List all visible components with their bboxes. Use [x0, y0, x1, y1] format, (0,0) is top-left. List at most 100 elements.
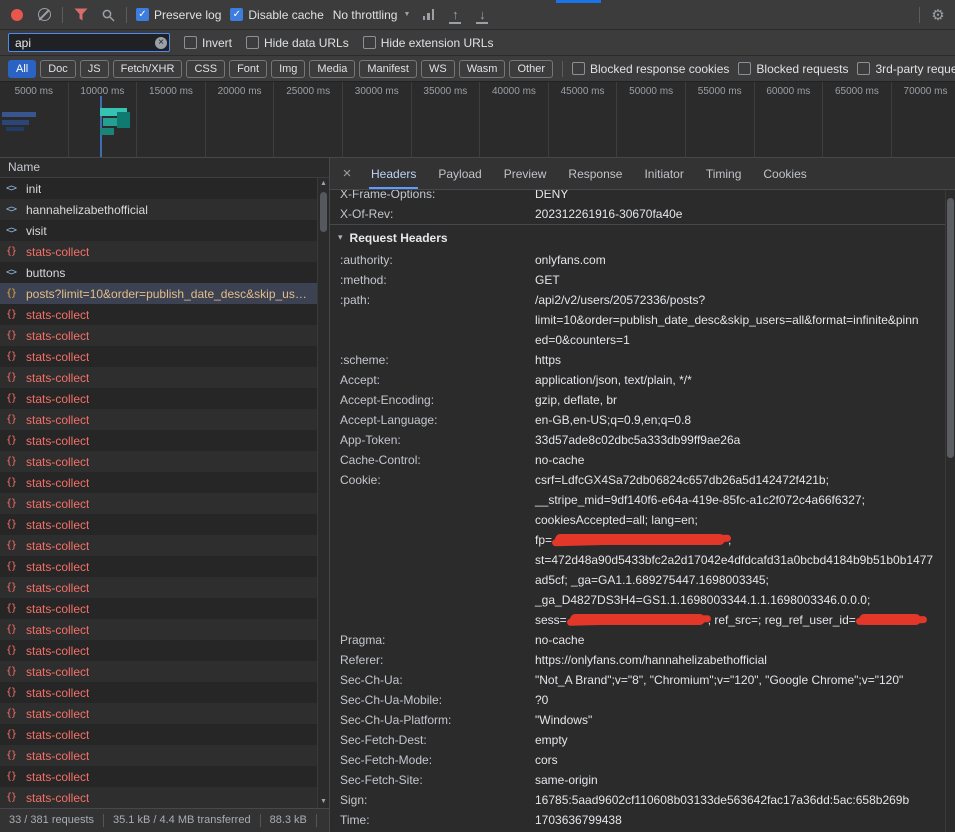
request-row[interactable]: stats-collect — [0, 472, 329, 493]
request-type-icon — [6, 435, 21, 446]
type-filter-chip[interactable]: Img — [271, 60, 305, 78]
request-type-icon — [6, 225, 21, 236]
upload-har-button[interactable]: ↑ — [446, 6, 464, 24]
request-row[interactable]: stats-collect — [0, 745, 329, 766]
hide-data-urls-checkbox[interactable]: Hide data URLs — [246, 36, 349, 50]
record-button[interactable] — [8, 6, 26, 24]
transferred-size: 35.1 kB / 4.4 MB transferred — [104, 814, 261, 827]
request-row[interactable]: hannahelizabethofficial — [0, 199, 329, 220]
request-row[interactable]: buttons — [0, 262, 329, 283]
request-row[interactable]: visit — [0, 220, 329, 241]
request-row[interactable]: stats-collect — [0, 682, 329, 703]
scrollbar-thumb[interactable] — [320, 192, 327, 232]
toolbar-divider — [919, 7, 920, 23]
request-type-icon — [6, 351, 21, 362]
type-filter-chip[interactable]: Manifest — [359, 60, 417, 78]
request-row[interactable]: init — [0, 178, 329, 199]
scroll-down-icon[interactable]: ▼ — [318, 796, 329, 808]
throttling-dropdown[interactable]: No throttling ▼ — [333, 8, 411, 22]
type-filter-chip[interactable]: Other — [509, 60, 553, 78]
request-row[interactable]: stats-collect — [0, 451, 329, 472]
blocked-requests-label: Blocked requests — [756, 62, 848, 76]
request-type-icon — [6, 771, 21, 782]
timeline-label: 20000 ms — [218, 86, 262, 97]
waterfall-activity — [100, 128, 114, 135]
cookie-line: _ga_D4827DS3H4=GS1.1.1698003344.1.1.1698… — [535, 590, 933, 610]
type-filter-chip[interactable]: JS — [80, 60, 109, 78]
invert-checkbox[interactable]: Invert — [184, 36, 232, 50]
request-row[interactable]: stats-collect — [0, 325, 329, 346]
request-row[interactable]: stats-collect — [0, 430, 329, 451]
request-row[interactable]: stats-collect — [0, 535, 329, 556]
request-row[interactable]: stats-collect — [0, 703, 329, 724]
blocked-response-cookies-checkbox[interactable]: Blocked response cookies — [572, 62, 729, 76]
details-tab[interactable]: Cookies — [752, 158, 817, 189]
request-row[interactable]: stats-collect — [0, 766, 329, 787]
filter-button[interactable] — [72, 6, 90, 24]
details-scrollbar[interactable] — [945, 190, 955, 832]
details-tab[interactable]: Initiator — [633, 158, 694, 189]
clear-button[interactable] — [35, 6, 53, 24]
settings-gear-icon[interactable]: ⚙ — [929, 6, 947, 24]
request-row[interactable]: stats-collect — [0, 367, 329, 388]
details-tab[interactable]: Payload — [427, 158, 492, 189]
type-filter-chip[interactable]: CSS — [186, 60, 225, 78]
request-row[interactable]: stats-collect — [0, 787, 329, 808]
request-row[interactable]: stats-collect — [0, 724, 329, 745]
type-filter-chip[interactable]: All — [8, 60, 36, 78]
details-tab[interactable]: Timing — [695, 158, 753, 189]
request-type-icon — [6, 267, 21, 278]
details-tab[interactable]: Headers — [360, 158, 427, 189]
request-name: stats-collect — [26, 350, 89, 364]
request-type-icon — [6, 708, 21, 719]
request-row[interactable]: stats-collect — [0, 304, 329, 325]
timeline-column: 35000 ms — [412, 82, 481, 157]
hide-extension-urls-checkbox[interactable]: Hide extension URLs — [363, 36, 494, 50]
type-filter-chip[interactable]: Media — [309, 60, 355, 78]
third-party-requests-checkbox[interactable]: 3rd-party requests — [857, 62, 955, 76]
request-row[interactable]: stats-collect — [0, 241, 329, 262]
request-row[interactable]: stats-collect — [0, 619, 329, 640]
redaction-scribble — [859, 614, 921, 625]
request-type-icon — [6, 582, 21, 593]
request-row[interactable]: stats-collect — [0, 598, 329, 619]
request-row[interactable]: posts?limit=10&order=publish_date_desc&s… — [0, 283, 329, 304]
timeline-column: 30000 ms — [343, 82, 412, 157]
timeline-column: 65000 ms — [823, 82, 892, 157]
timeline-overview[interactable]: 5000 ms 10000 ms 15000 ms 20000 ms 25000… — [0, 82, 955, 158]
request-name: stats-collect — [26, 770, 89, 784]
request-row[interactable]: stats-collect — [0, 514, 329, 535]
header-name: Sec-Ch-Ua: — [340, 670, 535, 690]
details-tab[interactable]: Response — [557, 158, 633, 189]
request-headers-section[interactable]: ▾ Request Headers — [330, 224, 945, 250]
scroll-up-icon[interactable]: ▲ — [318, 178, 329, 190]
download-har-button[interactable]: ↓ — [473, 6, 491, 24]
details-tab[interactable]: Preview — [493, 158, 558, 189]
request-row[interactable]: stats-collect — [0, 577, 329, 598]
type-filter-chip[interactable]: Doc — [40, 60, 76, 78]
request-row[interactable]: stats-collect — [0, 640, 329, 661]
preserve-log-checkbox[interactable]: ✓ Preserve log — [136, 8, 221, 22]
filter-box: × — [8, 33, 170, 52]
blue-strip — [556, 0, 601, 3]
request-row[interactable]: stats-collect — [0, 346, 329, 367]
scrollbar-thumb[interactable] — [947, 198, 954, 458]
clear-filter-icon[interactable]: × — [155, 37, 167, 49]
blocked-requests-checkbox[interactable]: Blocked requests — [738, 62, 848, 76]
network-conditions-button[interactable] — [419, 6, 437, 24]
disable-cache-checkbox[interactable]: ✓ Disable cache — [230, 8, 323, 22]
request-row[interactable]: stats-collect — [0, 661, 329, 682]
request-row[interactable]: stats-collect — [0, 388, 329, 409]
list-scrollbar[interactable]: ▲ ▼ — [317, 178, 329, 808]
name-column-header[interactable]: Name — [0, 158, 329, 178]
type-filter-chip[interactable]: Fetch/XHR — [113, 60, 183, 78]
request-row[interactable]: stats-collect — [0, 409, 329, 430]
close-icon[interactable]: × — [336, 165, 358, 182]
filter-input[interactable] — [8, 33, 170, 52]
request-row[interactable]: stats-collect — [0, 493, 329, 514]
request-row[interactable]: stats-collect — [0, 556, 329, 577]
search-button[interactable] — [99, 6, 117, 24]
type-filter-chip[interactable]: Font — [229, 60, 267, 78]
type-filter-chip[interactable]: WS — [421, 60, 455, 78]
type-filter-chip[interactable]: Wasm — [459, 60, 506, 78]
